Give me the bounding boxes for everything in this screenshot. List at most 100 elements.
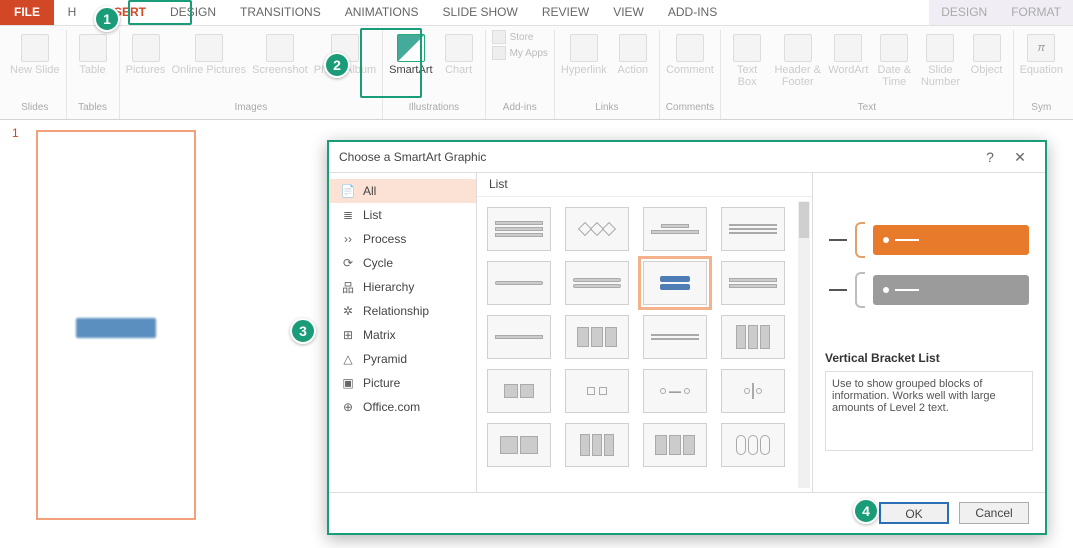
- cat-cycle-label: Cycle: [363, 256, 393, 270]
- comment-label: Comment: [666, 64, 714, 76]
- list-icon: ≣: [341, 208, 355, 222]
- gallery-item[interactable]: [643, 423, 707, 467]
- tab-file[interactable]: FILE: [0, 0, 54, 25]
- tab-slideshow[interactable]: SLIDE SHOW: [430, 0, 529, 25]
- scrollbar-thumb[interactable]: [799, 202, 809, 238]
- myapps-label: My Apps: [510, 48, 548, 59]
- new-slide-button[interactable]: New Slide: [10, 30, 60, 76]
- table-button[interactable]: Table: [73, 30, 113, 76]
- cat-cycle[interactable]: ⟳Cycle: [329, 251, 476, 275]
- chart-button[interactable]: Chart: [439, 30, 479, 76]
- store-button[interactable]: Store: [492, 30, 548, 44]
- textbox-label: Text Box: [727, 64, 767, 88]
- relationship-icon: ✲: [341, 304, 355, 318]
- gallery-item[interactable]: [721, 369, 785, 413]
- wordart-button[interactable]: WordArt: [828, 30, 868, 76]
- hyperlink-button[interactable]: Hyperlink: [561, 30, 607, 76]
- myapps-button[interactable]: My Apps: [492, 46, 548, 60]
- hyperlink-label: Hyperlink: [561, 64, 607, 76]
- gallery-item[interactable]: [487, 369, 551, 413]
- screenshot-button[interactable]: Screenshot: [252, 30, 308, 76]
- chart-label: Chart: [445, 64, 472, 76]
- cat-all[interactable]: 📄All: [329, 179, 476, 203]
- tab-ctx-format[interactable]: FORMAT: [999, 0, 1073, 25]
- cat-office[interactable]: ⊕Office.com: [329, 395, 476, 419]
- gallery-item[interactable]: [565, 315, 629, 359]
- cat-matrix-label: Matrix: [363, 328, 396, 342]
- process-icon: ››: [341, 232, 355, 246]
- tab-transitions[interactable]: TRANSITIONS: [228, 0, 333, 25]
- object-button[interactable]: Object: [967, 30, 1007, 76]
- gallery-item[interactable]: [565, 369, 629, 413]
- header-footer-button[interactable]: Header & Footer: [773, 30, 822, 88]
- office-icon: ⊕: [341, 400, 355, 414]
- cat-all-label: All: [363, 184, 376, 198]
- preview-description: Use to show grouped blocks of informatio…: [825, 371, 1033, 451]
- equation-label: Equation: [1020, 64, 1063, 76]
- tab-design[interactable]: DESIGN: [158, 0, 228, 25]
- tab-insert[interactable]: INSERT: [90, 0, 158, 25]
- gallery-item[interactable]: [487, 423, 551, 467]
- tab-review[interactable]: REVIEW: [530, 0, 601, 25]
- group-label-tables: Tables: [78, 102, 107, 118]
- cat-hierarchy[interactable]: 品Hierarchy: [329, 275, 476, 299]
- cat-relationship[interactable]: ✲Relationship: [329, 299, 476, 323]
- tab-animations[interactable]: ANIMATIONS: [333, 0, 431, 25]
- cat-pyramid[interactable]: △Pyramid: [329, 347, 476, 371]
- gallery-item[interactable]: [721, 261, 785, 305]
- online-pictures-button[interactable]: Online Pictures: [172, 30, 247, 76]
- slide-thumbnail[interactable]: [36, 130, 196, 520]
- gallery-item[interactable]: [721, 423, 785, 467]
- gallery-item[interactable]: [487, 315, 551, 359]
- pictures-label: Pictures: [126, 64, 166, 76]
- tab-home[interactable]: H: [54, 0, 90, 25]
- store-icon: [492, 30, 506, 44]
- gallery-item[interactable]: [721, 207, 785, 251]
- ok-button[interactable]: OK: [879, 502, 949, 524]
- cat-process[interactable]: ››Process: [329, 227, 476, 251]
- tab-view[interactable]: VIEW: [601, 0, 656, 25]
- close-button[interactable]: ✕: [1005, 149, 1035, 166]
- smartart-button[interactable]: SmartArt: [389, 30, 432, 76]
- gallery-item[interactable]: [487, 261, 551, 305]
- datetime-button[interactable]: Date & Time: [874, 30, 914, 88]
- comment-button[interactable]: Comment: [666, 30, 714, 76]
- gallery-item[interactable]: —: [643, 369, 707, 413]
- group-label-comments: Comments: [666, 102, 714, 118]
- action-button[interactable]: Action: [613, 30, 653, 76]
- cancel-button[interactable]: Cancel: [959, 502, 1029, 524]
- cat-list[interactable]: ≣List: [329, 203, 476, 227]
- gallery-item[interactable]: [721, 315, 785, 359]
- online-pictures-label: Online Pictures: [172, 64, 247, 76]
- preview-image: [825, 185, 1033, 345]
- cat-picture-label: Picture: [363, 376, 400, 390]
- ribbon-tabs: FILE H INSERT DESIGN TRANSITIONS ANIMATI…: [0, 0, 1073, 26]
- pictures-button[interactable]: Pictures: [126, 30, 166, 76]
- group-label-slides: Slides: [21, 102, 48, 118]
- gallery-scrollbar[interactable]: [798, 201, 810, 488]
- gallery-item[interactable]: [487, 207, 551, 251]
- preview-bracket: [855, 272, 865, 308]
- tab-addins[interactable]: ADD-INS: [656, 0, 729, 25]
- slidenumber-button[interactable]: Slide Number: [920, 30, 960, 88]
- gallery-item[interactable]: [565, 423, 629, 467]
- gallery-item-selected[interactable]: [643, 261, 707, 305]
- tab-ctx-design[interactable]: DESIGN: [929, 0, 999, 25]
- gallery-item[interactable]: [565, 207, 629, 251]
- textbox-button[interactable]: Text Box: [727, 30, 767, 88]
- gallery-item[interactable]: [643, 315, 707, 359]
- photo-album-button[interactable]: Photo Album: [314, 30, 376, 76]
- help-button[interactable]: ?: [975, 149, 1005, 165]
- cat-picture[interactable]: ▣ Picture: [329, 371, 476, 395]
- gallery-scroll[interactable]: —: [477, 197, 812, 492]
- gallery-item[interactable]: [643, 207, 707, 251]
- header-footer-icon: [784, 34, 812, 62]
- equation-button[interactable]: πEquation: [1020, 30, 1063, 76]
- slide-number: 1: [12, 126, 19, 140]
- picture-icon: ▣: [341, 376, 355, 390]
- gallery-item[interactable]: [565, 261, 629, 305]
- screenshot-label: Screenshot: [252, 64, 308, 76]
- cat-matrix[interactable]: ⊞Matrix: [329, 323, 476, 347]
- ribbon-group-addins: Store My Apps Add-ins: [486, 30, 555, 119]
- dialog-body: 📄All ≣List ››Process ⟳Cycle 品Hierarchy ✲…: [329, 172, 1045, 493]
